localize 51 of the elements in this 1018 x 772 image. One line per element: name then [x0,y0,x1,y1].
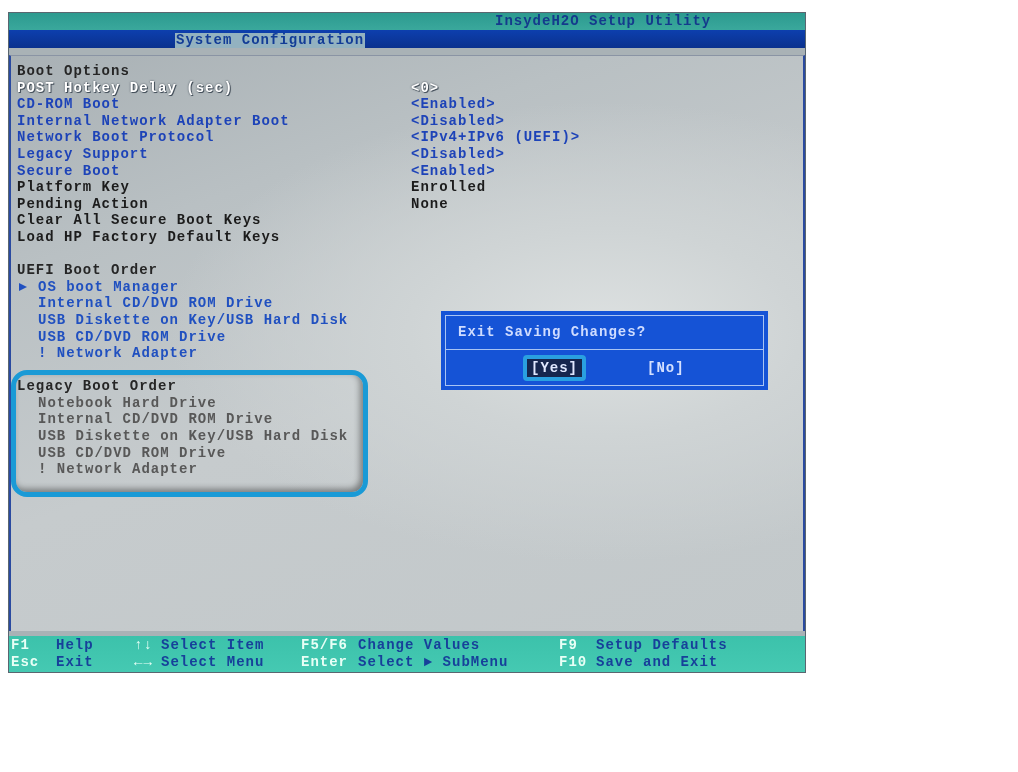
boot-device-item: USB Diskette on Key/USB Hard Disk [38,428,349,445]
boot-device-item[interactable]: ! Network Adapter [38,345,198,362]
setting-value[interactable]: <Disabled> [411,112,505,130]
setting-value: Enrolled [411,179,487,196]
key-action: Setup Defaults [596,637,728,654]
key-label: F5/F6 [301,637,348,654]
key-action: Exit [56,654,94,671]
setting-value[interactable]: <Enabled> [411,162,496,180]
setting-label: Platform Key [17,179,130,196]
key-action: Change Values [358,637,481,654]
key-label: F1 [11,637,30,654]
section-title: UEFI Boot Order [17,262,159,279]
section-title: Legacy Boot Order [17,378,177,395]
setting-value[interactable]: <Enabled> [411,96,496,113]
setting-label: Load HP Factory Default Keys [17,228,281,246]
dialog-button[interactable]: [No] [639,354,693,381]
dialog-title: Exit Saving Changes? [458,324,647,341]
boot-device-item: ! Network Adapter [38,461,198,478]
section-title: Boot Options [17,63,130,80]
setting-value[interactable]: <IPv4+IPv6 (UEFI)> [411,129,581,146]
boot-device-item: Notebook Hard Drive [38,394,217,412]
key-label: ↑↓ [134,637,153,654]
key-label: F10 [559,654,588,671]
setting-label[interactable]: Network Boot Protocol [17,129,215,146]
setting-label: Clear All Secure Boot Keys [17,212,262,229]
key-action: Select Menu [161,654,265,671]
boot-device-item[interactable]: USB CD/DVD ROM Drive [38,328,227,346]
boot-device-item[interactable]: USB Diskette on Key/USB Hard Disk [38,311,349,329]
key-label: ←→ [134,654,153,671]
menu-tab[interactable]: System Configuration [175,33,366,48]
boot-device-item[interactable]: Internal CD/DVD ROM Drive [38,295,274,312]
key-label: Enter [301,654,348,671]
key-action: Select Item [161,637,265,654]
boot-device-item: Internal CD/DVD ROM Drive [38,411,274,429]
submenu-triangle-icon [19,283,27,291]
setting-label[interactable]: CD-ROM Boot [17,96,121,113]
key-action: Select ► SubMenu [358,654,509,671]
setting-value: None [411,195,449,213]
window-title: InsydeH2O Setup Utility [495,13,712,30]
boot-device-item: USB CD/DVD ROM Drive [38,444,227,462]
key-label: F9 [559,637,578,654]
setting-label: Pending Action [17,195,149,213]
key-action: Help [56,637,94,654]
setting-label[interactable]: Secure Boot [17,162,121,180]
key-label: Esc [11,654,40,671]
dialog-button[interactable]: [Yes] [523,354,586,381]
key-action: Save and Exit [596,654,719,671]
setting-value[interactable]: <Disabled> [411,145,505,163]
setting-label[interactable]: Internal Network Adapter Boot [17,112,290,130]
setting-label[interactable]: Legacy Support [17,145,149,163]
boot-device-item[interactable]: OS boot Manager [38,278,180,296]
